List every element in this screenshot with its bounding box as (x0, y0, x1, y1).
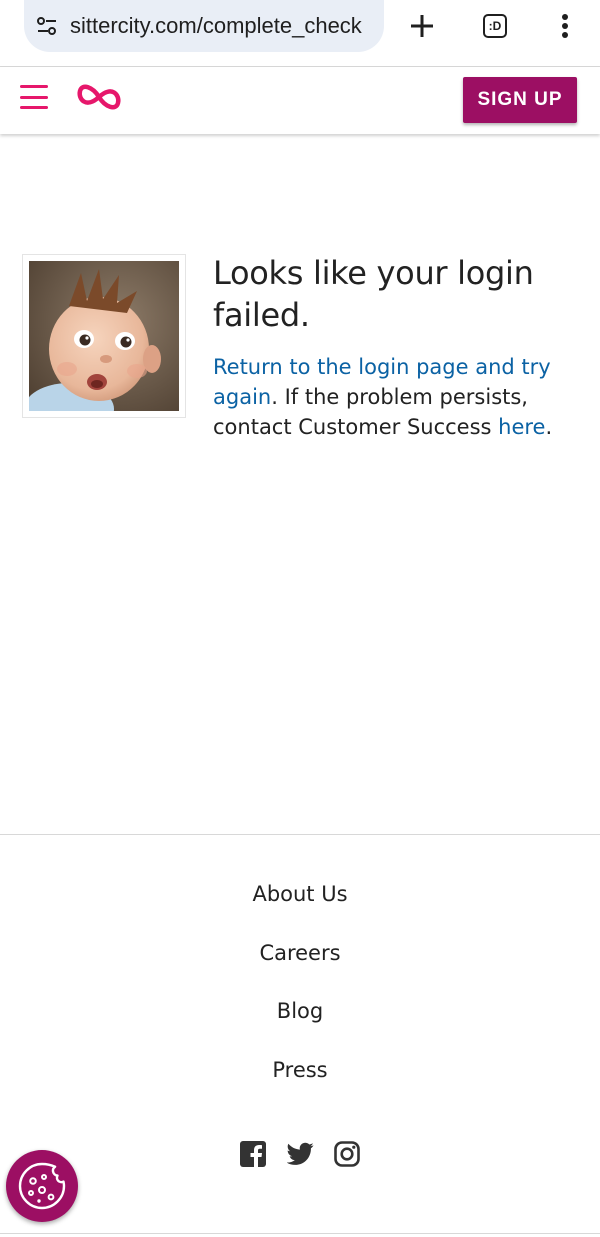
tab-switcher-button[interactable]: :D (475, 6, 515, 46)
footer-divider (0, 834, 600, 835)
browser-toolbar: sittercity.com/complete_check :D (0, 0, 600, 67)
surprised-baby-photo (29, 261, 179, 411)
cookie-icon (18, 1162, 66, 1210)
hamburger-menu-icon[interactable] (20, 85, 48, 109)
site-header: SIGN UP (0, 67, 600, 134)
instagram-icon[interactable] (334, 1140, 361, 1167)
more-vert-icon (562, 14, 568, 38)
facebook-icon[interactable] (240, 1140, 267, 1167)
url-text[interactable]: sittercity.com/complete_check (70, 13, 384, 39)
footer-link-about-us[interactable]: About Us (0, 870, 600, 929)
address-bar[interactable]: sittercity.com/complete_check (24, 0, 384, 52)
new-tab-button[interactable] (402, 6, 442, 46)
twitter-icon[interactable] (286, 1140, 314, 1167)
error-illustration-frame (22, 254, 186, 418)
page-title: Looks like your login failed. (213, 254, 534, 334)
help-text-end: . (545, 415, 553, 439)
footer-link-blog[interactable]: Blog (0, 987, 600, 1046)
contact-support-link[interactable]: here (498, 415, 545, 439)
sign-up-button[interactable]: SIGN UP (463, 77, 577, 123)
browser-menu-button[interactable] (545, 6, 585, 46)
footer-link-careers[interactable]: Careers (0, 929, 600, 988)
cookie-settings-button[interactable] (6, 1150, 78, 1222)
sittercity-logo[interactable] (76, 79, 122, 115)
tab-count-badge: :D (483, 14, 507, 38)
help-text: Return to the login page and try again. … (213, 352, 583, 442)
social-links (0, 1140, 600, 1167)
site-settings-icon[interactable] (34, 13, 60, 39)
footer-nav: About Us Careers Blog Press (0, 870, 600, 1104)
footer-link-press[interactable]: Press (0, 1046, 600, 1105)
login-failed-message: Looks like your login failed. Return to … (213, 252, 583, 442)
plus-icon (411, 15, 433, 37)
bottom-divider (0, 1233, 600, 1234)
